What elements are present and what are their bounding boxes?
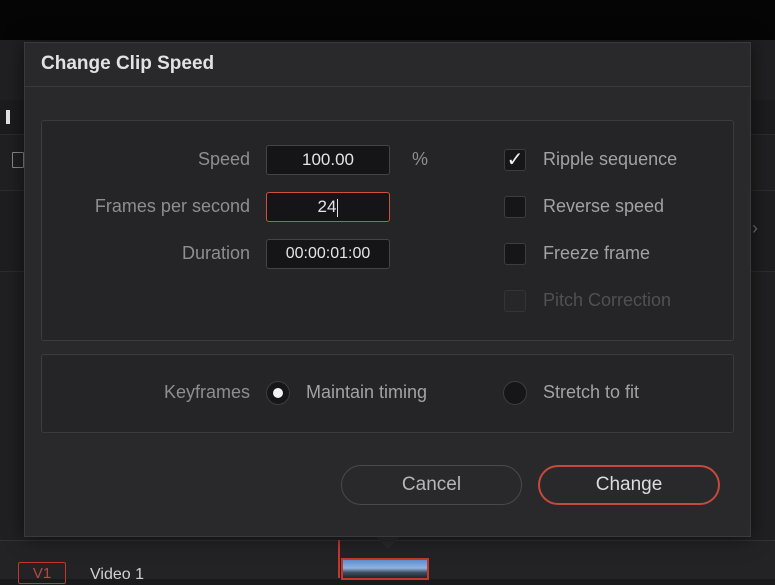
track-id-badge[interactable]: V1 xyxy=(18,562,66,584)
maintain-timing-radio[interactable] xyxy=(266,381,290,405)
reverse-speed-label[interactable]: Reverse speed xyxy=(543,196,664,217)
speed-input[interactable]: 100.00 xyxy=(266,145,390,175)
change-button[interactable]: Change xyxy=(538,465,720,505)
keyframes-label: Keyframes xyxy=(163,382,250,402)
dialog-pointer xyxy=(376,537,400,549)
chevron-right-icon[interactable]: › xyxy=(752,218,758,239)
ripple-sequence-checkbox[interactable]: ✓ xyxy=(504,149,526,171)
change-clip-speed-dialog: Change Clip Speed Speed 100.00 % Frames … xyxy=(24,42,751,537)
fps-input[interactable]: 24 xyxy=(266,192,390,222)
stretch-to-fit-label[interactable]: Stretch to fit xyxy=(543,382,639,403)
document-icon[interactable] xyxy=(12,152,24,168)
duration-label: Duration xyxy=(181,243,250,263)
freeze-frame-label[interactable]: Freeze frame xyxy=(543,243,650,264)
track-name: Video 1 xyxy=(90,566,144,583)
text-caret xyxy=(337,198,339,217)
clip-thumbnail[interactable] xyxy=(341,558,429,580)
maintain-timing-label[interactable]: Maintain timing xyxy=(306,382,427,403)
dialog-title: Change Clip Speed xyxy=(25,43,750,87)
fps-value: 24 xyxy=(317,197,337,216)
pitch-correction-label: Pitch Correction xyxy=(543,290,672,310)
speed-label: Speed xyxy=(197,149,250,169)
pitch-correction-checkbox xyxy=(504,290,526,312)
ripple-sequence-label[interactable]: Ripple sequence xyxy=(543,149,677,170)
track-divider xyxy=(338,540,340,578)
freeze-frame-checkbox[interactable] xyxy=(504,243,526,265)
viewer-area xyxy=(0,0,775,40)
duration-input[interactable]: 00:00:01:00 xyxy=(266,239,390,269)
checkmark-icon: ✓ xyxy=(506,149,524,171)
fps-label: Frames per second xyxy=(94,196,250,216)
stretch-to-fit-radio[interactable] xyxy=(503,381,527,405)
playhead-marker[interactable] xyxy=(6,110,10,124)
reverse-speed-checkbox[interactable] xyxy=(504,196,526,218)
cancel-button[interactable]: Cancel xyxy=(341,465,522,505)
speed-unit: % xyxy=(412,149,429,169)
